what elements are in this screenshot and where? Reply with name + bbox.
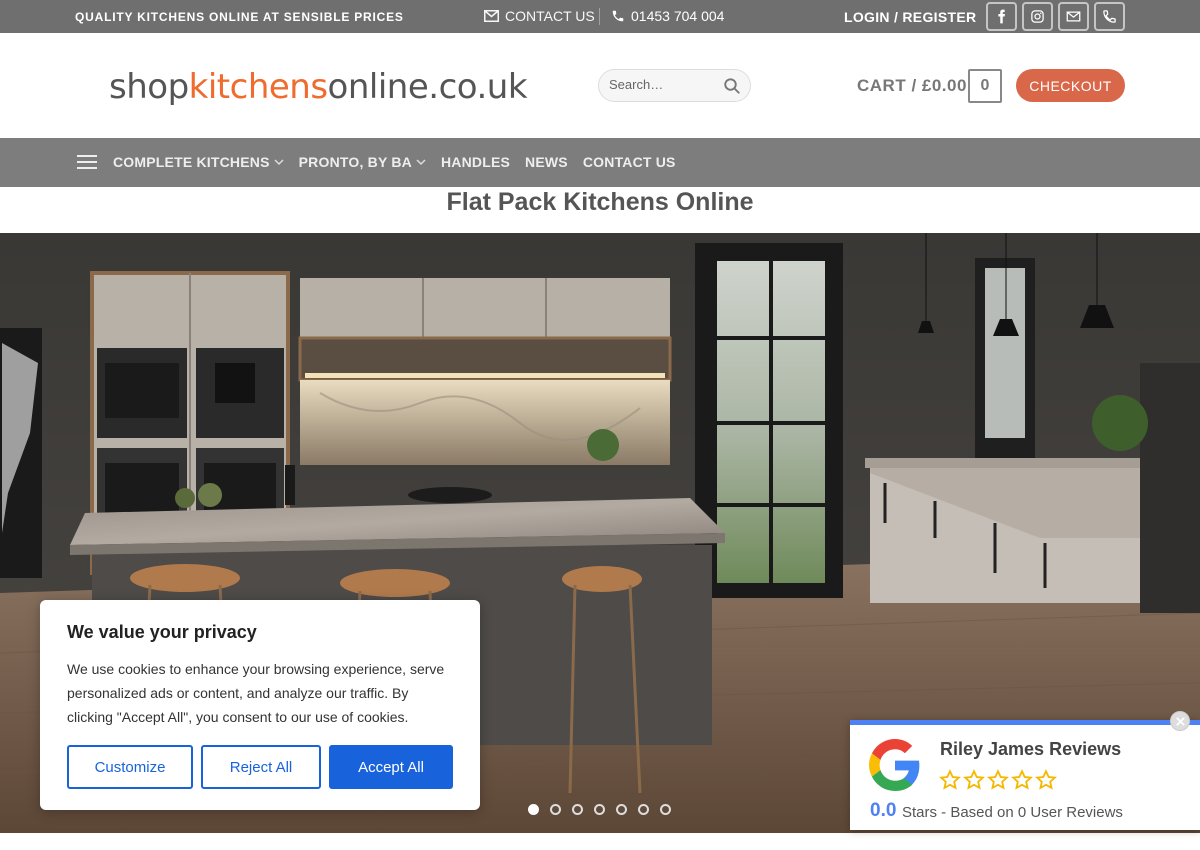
site-header: shopkitchensonline.co.uk CART / £0.00 0 … — [0, 33, 1200, 138]
search-icon[interactable] — [723, 77, 741, 95]
slider-dot[interactable] — [528, 804, 539, 815]
site-logo[interactable]: shopkitchensonline.co.uk — [109, 67, 528, 107]
nav-item-label: CONTACT US — [582, 154, 676, 170]
nav-item-complete-kitchens[interactable]: COMPLETE KITCHENS — [113, 154, 284, 170]
google-logo-icon — [869, 739, 920, 791]
accept-all-button[interactable]: Accept All — [329, 745, 453, 789]
hamburger-menu-icon[interactable] — [77, 155, 97, 170]
star-outline-icon — [939, 769, 961, 790]
nav-items: COMPLETE KITCHENS PRONTO, BY BA HANDLES … — [113, 154, 691, 170]
cookie-title: We value your privacy — [67, 622, 257, 642]
reviews-score: 0.0 — [870, 800, 897, 821]
star-outline-icon — [1035, 769, 1057, 790]
nav-item-label: NEWS — [525, 154, 568, 170]
envelope-icon — [484, 10, 499, 22]
reviews-business-name: Riley James Reviews — [940, 739, 1122, 759]
top-bar: QUALITY KITCHENS ONLINE AT SENSIBLE PRIC… — [0, 0, 1200, 33]
contact-label: CONTACT US — [505, 8, 595, 24]
google-reviews-widget[interactable]: Riley James Reviews 0.0 Stars - Based on… — [850, 720, 1200, 830]
phone-button[interactable] — [1094, 2, 1125, 31]
nav-item-contact-us[interactable]: CONTACT US — [583, 154, 676, 170]
topbar-contact-link[interactable]: CONTACT US — [484, 8, 595, 24]
main-nav: COMPLETE KITCHENS PRONTO, BY BA HANDLES … — [0, 138, 1200, 187]
page-title: Flat Pack Kitchens Online — [446, 188, 754, 216]
close-reviews-button[interactable] — [1170, 711, 1190, 731]
phone-icon — [1103, 10, 1116, 23]
nav-item-label: HANDLES — [440, 154, 511, 170]
social-links — [986, 2, 1125, 31]
envelope-icon — [1066, 11, 1081, 22]
slider-dot[interactable] — [638, 804, 649, 815]
cookie-consent-dialog: We value your privacy We use cookies to … — [40, 600, 480, 810]
slider-dot[interactable] — [594, 804, 605, 815]
search-input[interactable] — [609, 77, 719, 92]
divider — [599, 8, 600, 25]
star-rating — [939, 769, 1057, 791]
tagline: QUALITY KITCHENS ONLINE AT SENSIBLE PRIC… — [75, 10, 404, 24]
logo-text-pre: shop — [109, 67, 189, 107]
logo-text-post: online.co.uk — [327, 67, 528, 107]
slider-dot[interactable] — [572, 804, 583, 815]
cart-count-badge[interactable]: 0 — [968, 69, 1002, 103]
star-outline-icon — [963, 769, 985, 790]
logo-text-highlight: kitchens — [188, 67, 328, 107]
nav-item-label: PRONTO, BY BA — [298, 154, 412, 170]
star-outline-icon — [987, 769, 1009, 790]
close-icon — [1175, 716, 1185, 726]
checkout-button[interactable]: CHECKOUT — [1016, 69, 1125, 102]
slider-dots — [528, 804, 671, 815]
phone-icon — [612, 10, 624, 22]
nav-item-pronto[interactable]: PRONTO, BY BA — [299, 154, 426, 170]
customize-button[interactable]: Customize — [67, 745, 193, 789]
nav-item-handles[interactable]: HANDLES — [441, 154, 510, 170]
instagram-button[interactable] — [1022, 2, 1053, 31]
email-button[interactable] — [1058, 2, 1089, 31]
nav-item-news[interactable]: NEWS — [525, 154, 568, 170]
reject-all-button[interactable]: Reject All — [201, 745, 321, 789]
cookie-text: We use cookies to enhance your browsing … — [67, 661, 445, 725]
facebook-button[interactable] — [986, 2, 1017, 31]
login-register-link[interactable]: LOGIN / REGISTER — [844, 9, 976, 25]
slider-dot[interactable] — [550, 804, 561, 815]
slider-dot[interactable] — [660, 804, 671, 815]
phone-number: 01453 704 004 — [631, 8, 725, 24]
topbar-phone-link[interactable]: 01453 704 004 — [611, 8, 724, 24]
cart-link[interactable]: CART / £0.00 — [857, 76, 967, 96]
slider-dot[interactable] — [616, 804, 627, 815]
nav-item-label: COMPLETE KITCHENS — [113, 154, 270, 170]
star-outline-icon — [1011, 769, 1033, 790]
chevron-down-icon — [416, 159, 426, 166]
facebook-icon — [998, 9, 1005, 24]
instagram-icon — [1031, 10, 1044, 23]
chevron-down-icon — [274, 159, 284, 166]
search-box — [598, 69, 751, 102]
reviews-summary: Stars - Based on 0 User Reviews — [902, 804, 1123, 821]
